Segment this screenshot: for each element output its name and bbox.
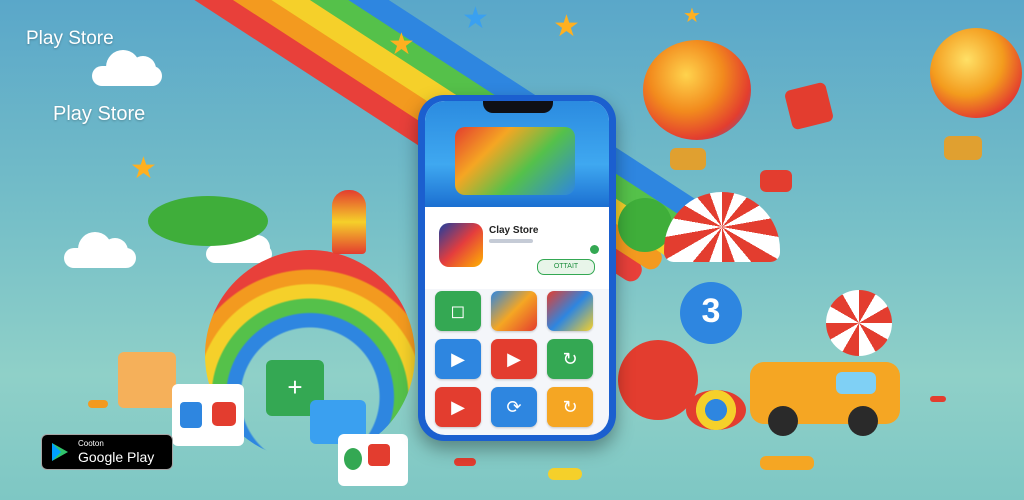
confetti bbox=[454, 458, 476, 466]
toy-block bbox=[172, 384, 244, 446]
app-tile[interactable] bbox=[491, 291, 537, 331]
youtube-play-icon: ▶ bbox=[451, 396, 465, 417]
app-tile[interactable]: ▶ bbox=[491, 339, 537, 379]
cloud-icon bbox=[64, 232, 136, 268]
hot-air-balloon-left bbox=[643, 40, 751, 140]
star-icon: ★ bbox=[683, 5, 701, 27]
app-tile[interactable]: ▶ bbox=[435, 387, 481, 427]
plus-icon: + bbox=[287, 372, 303, 402]
tree-canopy bbox=[148, 196, 268, 246]
app-tile[interactable]: ↻ bbox=[547, 339, 593, 379]
badge-small-text: Cooton bbox=[78, 439, 104, 448]
lollipop bbox=[826, 290, 892, 356]
google-play-badge[interactable]: Cooton Google Play bbox=[41, 434, 173, 470]
toy-car bbox=[750, 362, 900, 436]
balloon-basket bbox=[944, 136, 982, 160]
app-tile[interactable] bbox=[547, 291, 593, 331]
app-tile[interactable]: ◻ bbox=[435, 291, 481, 331]
toy-tower bbox=[332, 190, 366, 254]
car-wheel bbox=[848, 406, 878, 436]
caption-middle: Play Store bbox=[53, 103, 146, 125]
ball-number: 3 bbox=[701, 292, 721, 330]
play-button-icon: ▶ bbox=[451, 348, 465, 369]
confetti bbox=[88, 400, 108, 408]
confetti bbox=[930, 396, 946, 402]
cloud-icon bbox=[92, 50, 162, 86]
app-icon[interactable] bbox=[439, 223, 483, 267]
app-header: Clay Store OTTAIT bbox=[425, 207, 609, 289]
badge-big-text: Google Play bbox=[78, 449, 155, 465]
swirl-icon: ⟳ bbox=[506, 396, 522, 417]
app-tile[interactable]: ⟳ bbox=[491, 387, 537, 427]
star-icon: ★ bbox=[462, 2, 489, 35]
app-tile[interactable]: ↻ bbox=[547, 387, 593, 427]
youtube-play-icon: ▶ bbox=[507, 348, 521, 369]
toy-block bbox=[118, 352, 176, 408]
status-dot bbox=[590, 245, 599, 254]
phone-mockup: Clay Store OTTAIT ◻ ▶ ▶ ↻ ▶ ⟳ ↻ bbox=[418, 95, 616, 441]
install-button[interactable]: OTTAIT bbox=[537, 259, 595, 275]
refresh-icon: ↻ bbox=[562, 348, 578, 369]
app-tile[interactable]: ▶ bbox=[435, 339, 481, 379]
car-window bbox=[836, 372, 876, 394]
target-disc bbox=[686, 390, 746, 430]
refresh-icon: ↻ bbox=[562, 396, 578, 417]
confetti bbox=[760, 456, 814, 470]
app-title: Clay Store bbox=[489, 225, 539, 236]
toy-block bbox=[338, 434, 408, 486]
caption-top: Play Store bbox=[26, 28, 114, 49]
play-button-icon bbox=[180, 402, 202, 428]
toy-block bbox=[783, 81, 835, 131]
car-wheel bbox=[768, 406, 798, 436]
dot-shape bbox=[344, 448, 362, 470]
balloon-basket bbox=[670, 148, 706, 170]
star-icon: ★ bbox=[130, 152, 157, 185]
phone-notch bbox=[483, 101, 553, 113]
google-play-triangle-icon bbox=[52, 443, 61, 461]
dot-shape bbox=[368, 444, 390, 466]
stop-square-icon bbox=[212, 402, 236, 426]
numbered-ball: 3 bbox=[680, 282, 742, 344]
confetti bbox=[548, 468, 582, 480]
app-subtitle-bar bbox=[489, 239, 533, 243]
phone-screen: Clay Store OTTAIT ◻ ▶ ▶ ↻ ▶ ⟳ ↻ bbox=[425, 101, 609, 435]
store-banner bbox=[425, 101, 609, 207]
star-icon: ★ bbox=[553, 10, 580, 43]
banner-art bbox=[455, 127, 575, 195]
hot-air-balloon-right bbox=[930, 28, 1022, 118]
app-glyph-icon: ◻ bbox=[450, 300, 466, 321]
star-icon: ★ bbox=[388, 28, 415, 61]
toy-block bbox=[760, 170, 792, 192]
